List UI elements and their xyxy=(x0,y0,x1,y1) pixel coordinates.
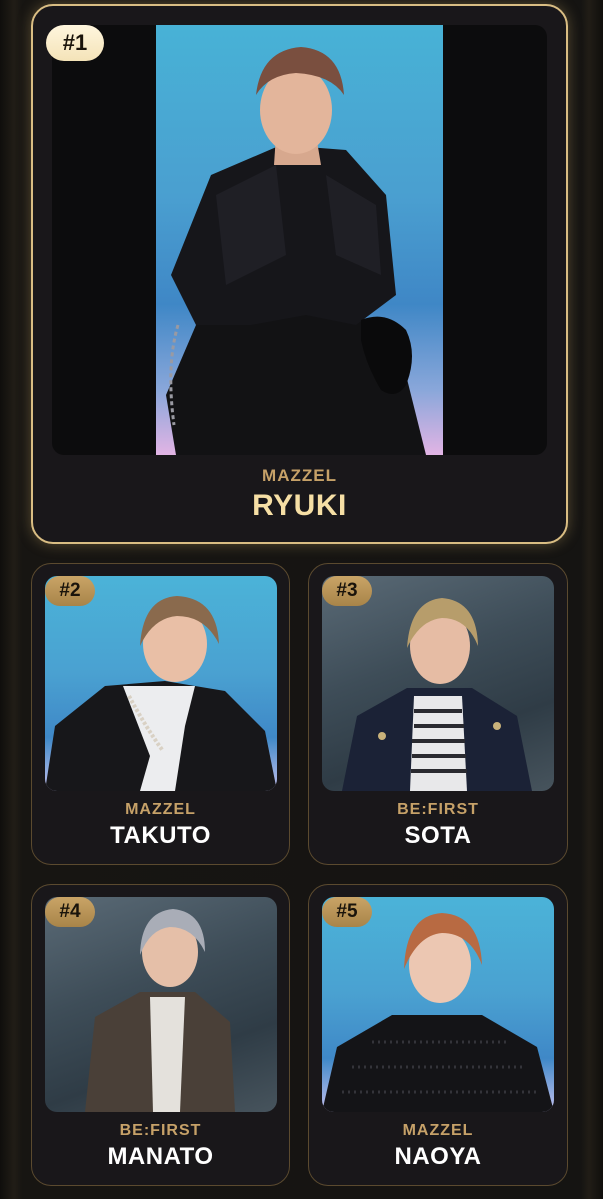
rank-1-badge: #1 xyxy=(46,25,104,61)
rank-1-group: MAZZEL xyxy=(262,466,337,485)
person-silhouette-icon xyxy=(342,598,532,791)
rank-4-badge: #4 xyxy=(45,897,95,927)
rank-5-card[interactable]: #5 MAZZEL NAOYA xyxy=(308,884,568,1186)
rank-3-badge: #3 xyxy=(322,576,372,606)
rank-2-card[interactable]: #2 MAZZEL TAKUTO xyxy=(31,563,290,865)
rank-4-photo xyxy=(45,897,277,1112)
rank-4-group: BE:FIRST xyxy=(119,1122,202,1139)
rank-4-name: MANATO xyxy=(107,1143,214,1170)
rank-2-name: TAKUTO xyxy=(110,822,211,849)
ranking-page: #1 MAZZEL RYUKI #2 MAZZEL TAKUTO #3 BE:F… xyxy=(0,0,603,1199)
rank-1-name: RYUKI xyxy=(252,489,347,522)
rank-2-group: MAZZEL xyxy=(125,801,196,818)
rank-2-badge: #2 xyxy=(45,576,95,606)
person-silhouette-icon xyxy=(85,909,235,1112)
rank-5-name: NAOYA xyxy=(394,1143,482,1170)
rank-3-group: BE:FIRST xyxy=(397,801,479,818)
person-silhouette-icon xyxy=(166,47,426,455)
rank-5-photo xyxy=(322,897,554,1112)
rank-2-photo xyxy=(45,576,277,791)
rank-5-group: MAZZEL xyxy=(402,1122,474,1139)
rank-5-badge: #5 xyxy=(322,897,372,927)
rank-1-photo xyxy=(52,25,547,455)
rank-4-card[interactable]: #4 BE:FIRST MANATO xyxy=(31,884,290,1186)
rank-1-card[interactable]: #1 MAZZEL RYUKI xyxy=(31,4,568,544)
person-silhouette-icon xyxy=(322,913,554,1112)
rank-3-card[interactable]: #3 BE:FIRST SOTA xyxy=(308,563,568,865)
rank-3-photo xyxy=(322,576,554,791)
rank-3-name: SOTA xyxy=(404,822,472,849)
person-silhouette-icon xyxy=(45,596,277,791)
